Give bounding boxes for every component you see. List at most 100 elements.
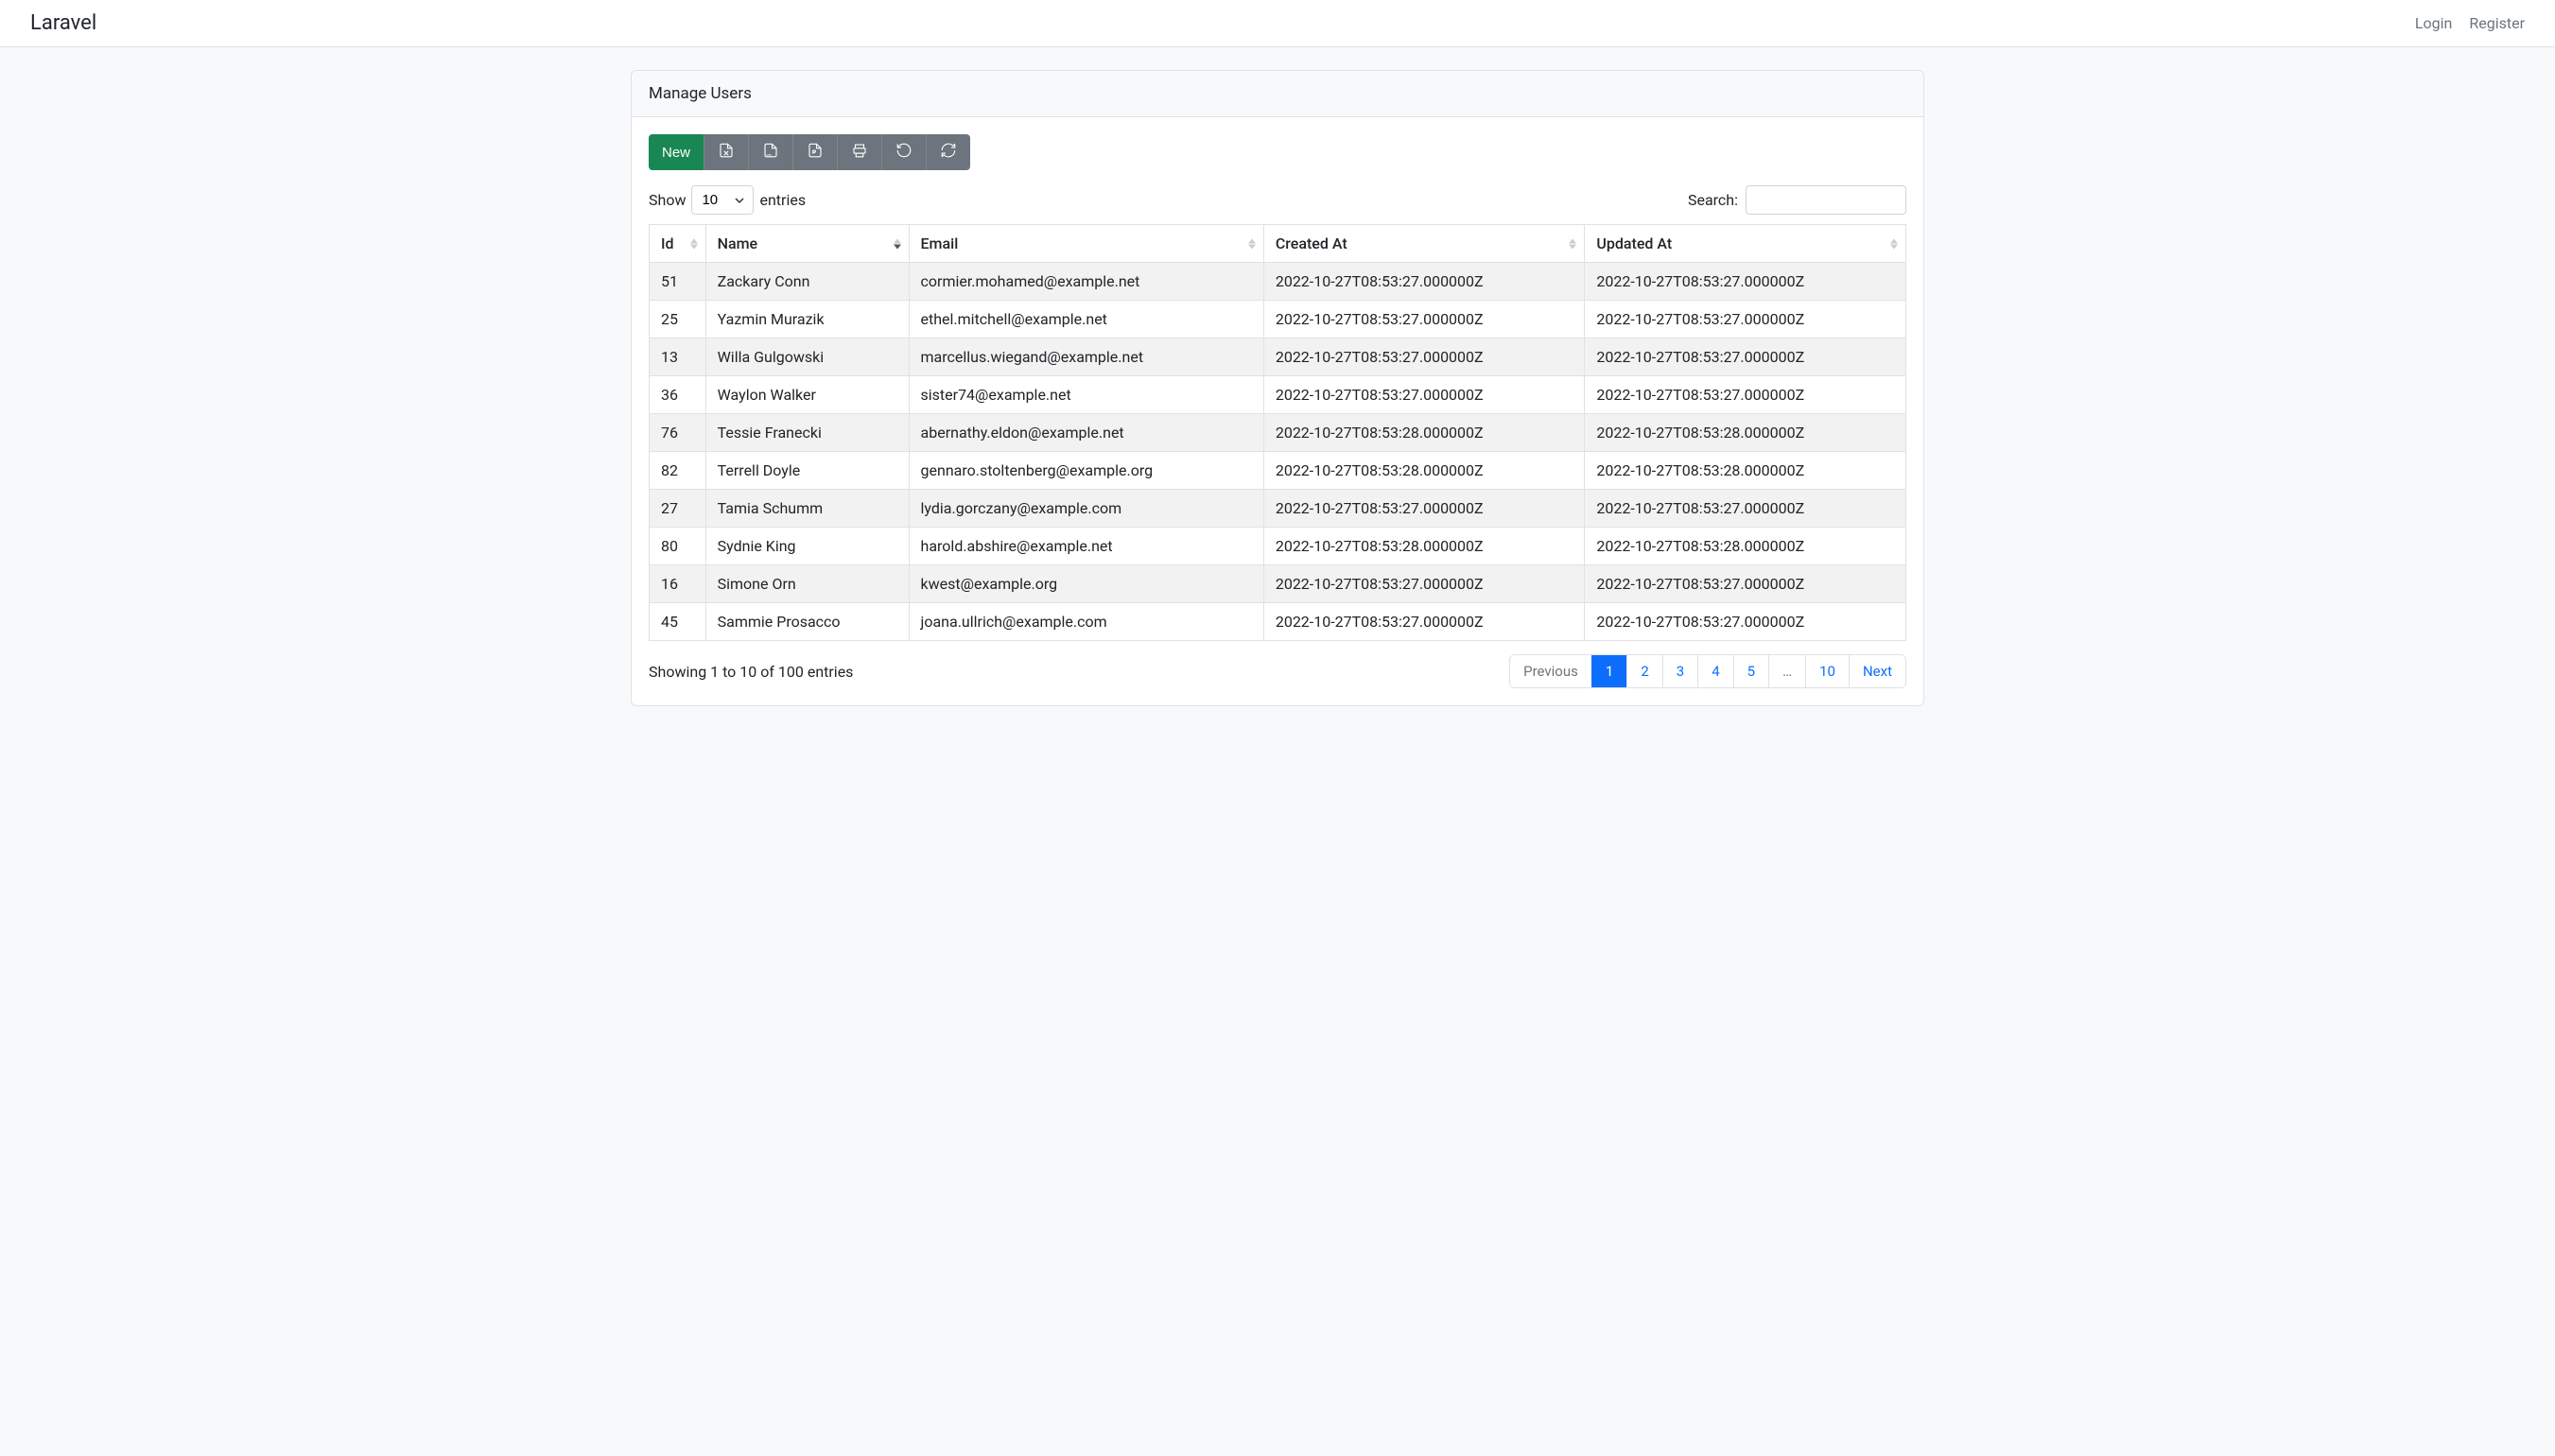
pagination-page-10[interactable]: 10: [1805, 655, 1849, 687]
reload-icon: [940, 142, 957, 163]
csv-icon: csv: [762, 142, 779, 163]
cell-updated: 2022-10-27T08:53:27.000000Z: [1585, 490, 1906, 528]
cell-created: 2022-10-27T08:53:27.000000Z: [1263, 376, 1585, 414]
cell-name: Waylon Walker: [705, 376, 909, 414]
navbar: Laravel Login Register: [0, 0, 2555, 47]
cell-updated: 2022-10-27T08:53:28.000000Z: [1585, 452, 1906, 490]
export-excel-button[interactable]: [704, 134, 748, 170]
cell-email: joana.ullrich@example.com: [909, 603, 1263, 641]
reset-icon: [895, 142, 912, 163]
table-row[interactable]: 27Tamia Schummlydia.gorczany@example.com…: [650, 490, 1906, 528]
table-row[interactable]: 51Zackary Conncormier.mohamed@example.ne…: [650, 263, 1906, 301]
excel-icon: [718, 142, 735, 163]
table-row[interactable]: 82Terrell Doylegennaro.stoltenberg@examp…: [650, 452, 1906, 490]
cell-updated: 2022-10-27T08:53:27.000000Z: [1585, 603, 1906, 641]
pagination-page-2[interactable]: 2: [1626, 655, 1661, 687]
export-pdf-button[interactable]: [792, 134, 837, 170]
search-label: Search:: [1688, 191, 1738, 209]
cell-updated: 2022-10-27T08:53:27.000000Z: [1585, 263, 1906, 301]
pagination-ellipsis: …: [1768, 655, 1805, 687]
cell-updated: 2022-10-27T08:53:27.000000Z: [1585, 301, 1906, 338]
cell-id: 45: [650, 603, 706, 641]
print-button[interactable]: [837, 134, 881, 170]
cell-id: 16: [650, 565, 706, 603]
column-label: Name: [718, 234, 757, 252]
table-row[interactable]: 36Waylon Walkersister74@example.net2022-…: [650, 376, 1906, 414]
cell-created: 2022-10-27T08:53:27.000000Z: [1263, 565, 1585, 603]
table-row[interactable]: 76Tessie Franeckiabernathy.eldon@example…: [650, 414, 1906, 452]
cell-created: 2022-10-27T08:53:27.000000Z: [1263, 301, 1585, 338]
cell-id: 51: [650, 263, 706, 301]
column-label: Email: [921, 234, 959, 252]
cell-id: 27: [650, 490, 706, 528]
length-show-label: Show: [649, 191, 686, 209]
search-control: Search:: [1688, 185, 1906, 215]
cell-id: 82: [650, 452, 706, 490]
cell-name: Simone Orn: [705, 565, 909, 603]
cell-id: 36: [650, 376, 706, 414]
cell-name: Willa Gulgowski: [705, 338, 909, 376]
svg-text:csv: csv: [767, 153, 773, 157]
cell-created: 2022-10-27T08:53:28.000000Z: [1263, 414, 1585, 452]
cell-id: 13: [650, 338, 706, 376]
pagination-next[interactable]: Next: [1849, 655, 1905, 687]
column-header-created-at[interactable]: Created At: [1263, 225, 1585, 263]
new-button[interactable]: New: [649, 134, 704, 170]
cell-name: Terrell Doyle: [705, 452, 909, 490]
cell-email: abernathy.eldon@example.net: [909, 414, 1263, 452]
search-input[interactable]: [1746, 185, 1906, 215]
cell-updated: 2022-10-27T08:53:27.000000Z: [1585, 376, 1906, 414]
pagination-previous[interactable]: Previous: [1510, 655, 1591, 687]
column-label: Updated At: [1596, 234, 1672, 252]
column-header-updated-at[interactable]: Updated At: [1585, 225, 1906, 263]
column-label: Id: [661, 234, 674, 252]
print-icon: [851, 142, 868, 163]
cell-name: Tamia Schumm: [705, 490, 909, 528]
cell-created: 2022-10-27T08:53:28.000000Z: [1263, 452, 1585, 490]
cell-updated: 2022-10-27T08:53:27.000000Z: [1585, 565, 1906, 603]
cell-updated: 2022-10-27T08:53:28.000000Z: [1585, 414, 1906, 452]
login-link[interactable]: Login: [2415, 14, 2452, 32]
table-row[interactable]: 80Sydnie Kingharold.abshire@example.net2…: [650, 528, 1906, 565]
length-select[interactable]: 102550100: [691, 185, 754, 215]
sort-icon: [894, 238, 901, 249]
table-info: Showing 1 to 10 of 100 entries: [649, 663, 853, 681]
sort-icon: [1248, 238, 1256, 249]
table-row[interactable]: 25Yazmin Murazikethel.mitchell@example.n…: [650, 301, 1906, 338]
card-title: Manage Users: [632, 71, 1923, 117]
cell-name: Sydnie King: [705, 528, 909, 565]
cell-updated: 2022-10-27T08:53:28.000000Z: [1585, 528, 1906, 565]
pagination-page-3[interactable]: 3: [1662, 655, 1697, 687]
column-header-name[interactable]: Name: [705, 225, 909, 263]
reset-button[interactable]: [881, 134, 926, 170]
cell-created: 2022-10-27T08:53:27.000000Z: [1263, 603, 1585, 641]
table-toolbar: New csv: [649, 134, 970, 170]
reload-button[interactable]: [926, 134, 970, 170]
manage-users-card: Manage Users New csv: [631, 70, 1924, 706]
cell-id: 76: [650, 414, 706, 452]
cell-email: sister74@example.net: [909, 376, 1263, 414]
column-header-id[interactable]: Id: [650, 225, 706, 263]
navbar-links: Login Register: [2415, 14, 2525, 32]
pdf-icon: [807, 142, 824, 163]
cell-email: kwest@example.org: [909, 565, 1263, 603]
register-link[interactable]: Register: [2469, 14, 2525, 32]
cell-name: Zackary Conn: [705, 263, 909, 301]
column-header-email[interactable]: Email: [909, 225, 1263, 263]
pagination-page-1[interactable]: 1: [1591, 655, 1626, 687]
pagination-page-5[interactable]: 5: [1733, 655, 1768, 687]
cell-email: ethel.mitchell@example.net: [909, 301, 1263, 338]
cell-created: 2022-10-27T08:53:27.000000Z: [1263, 263, 1585, 301]
table-row[interactable]: 16Simone Ornkwest@example.org2022-10-27T…: [650, 565, 1906, 603]
export-csv-button[interactable]: csv: [748, 134, 792, 170]
length-control: Show 102550100 entries: [649, 185, 806, 215]
cell-id: 80: [650, 528, 706, 565]
table-row[interactable]: 45Sammie Prosaccojoana.ullrich@example.c…: [650, 603, 1906, 641]
cell-id: 25: [650, 301, 706, 338]
table-row[interactable]: 13Willa Gulgowskimarcellus.wiegand@examp…: [650, 338, 1906, 376]
pagination-page-4[interactable]: 4: [1697, 655, 1732, 687]
length-entries-label: entries: [759, 191, 806, 209]
pagination: Previous12345…10Next: [1509, 654, 1906, 688]
brand-link[interactable]: Laravel: [30, 11, 96, 35]
users-table: Id Name Email Created At Updated At 51Zackar…: [649, 224, 1906, 641]
